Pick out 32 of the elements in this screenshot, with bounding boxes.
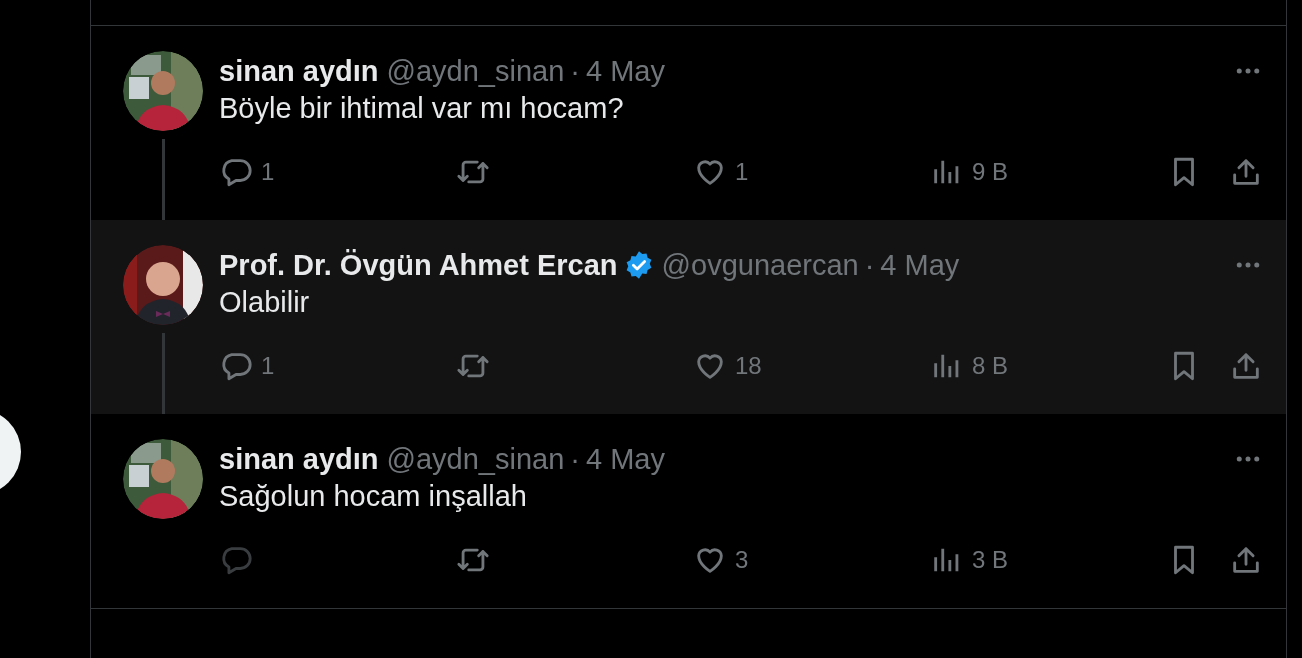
- separator-dot: ·: [570, 54, 580, 88]
- count: 3 B: [972, 546, 1009, 574]
- like-button[interactable]: 18: [693, 349, 762, 383]
- views-button[interactable]: 9 B: [930, 155, 1009, 189]
- count: 3: [735, 546, 749, 574]
- views-button[interactable]: 3 B: [930, 543, 1009, 577]
- post-date[interactable]: 4 May: [880, 248, 960, 282]
- count: 1: [261, 158, 275, 186]
- views-button[interactable]: 8 B: [930, 349, 1009, 383]
- count: 18: [735, 352, 762, 380]
- post-date[interactable]: 4 May: [586, 442, 665, 476]
- reply-button[interactable]: 1: [219, 155, 275, 189]
- user-handle[interactable]: @ovgunaercan: [661, 248, 859, 282]
- user-name[interactable]: sinan aydın: [219, 54, 379, 88]
- user-name[interactable]: Prof. Dr. Övgün Ahmet Ercan: [219, 248, 618, 282]
- like-button[interactable]: 1: [693, 155, 749, 189]
- user-handle[interactable]: @aydn_sinan: [386, 54, 565, 88]
- reply-button[interactable]: 1: [219, 349, 275, 383]
- tweet[interactable]: Prof. Dr. Övgün Ahmet Ercan @ovgunaercan · 4 May Olabilir 1 18 8 B: [91, 220, 1286, 414]
- count: 1: [261, 352, 275, 380]
- separator-dot: ·: [864, 248, 875, 282]
- like-button[interactable]: 3: [693, 543, 749, 577]
- user-handle[interactable]: @aydn_sinan: [386, 442, 565, 476]
- post-date[interactable]: 4 May: [586, 54, 665, 88]
- post-text: Olabilir: [219, 285, 311, 319]
- count: 8 B: [972, 352, 1009, 380]
- post-text: Sağolun hocam inşallah: [219, 479, 528, 513]
- separator-dot: ·: [570, 442, 580, 476]
- post-text: Böyle bir ihtimal var mı hocam?: [219, 91, 625, 125]
- user-name[interactable]: sinan aydın: [219, 442, 379, 476]
- count: 1: [735, 158, 749, 186]
- count: 9 B: [972, 158, 1009, 186]
